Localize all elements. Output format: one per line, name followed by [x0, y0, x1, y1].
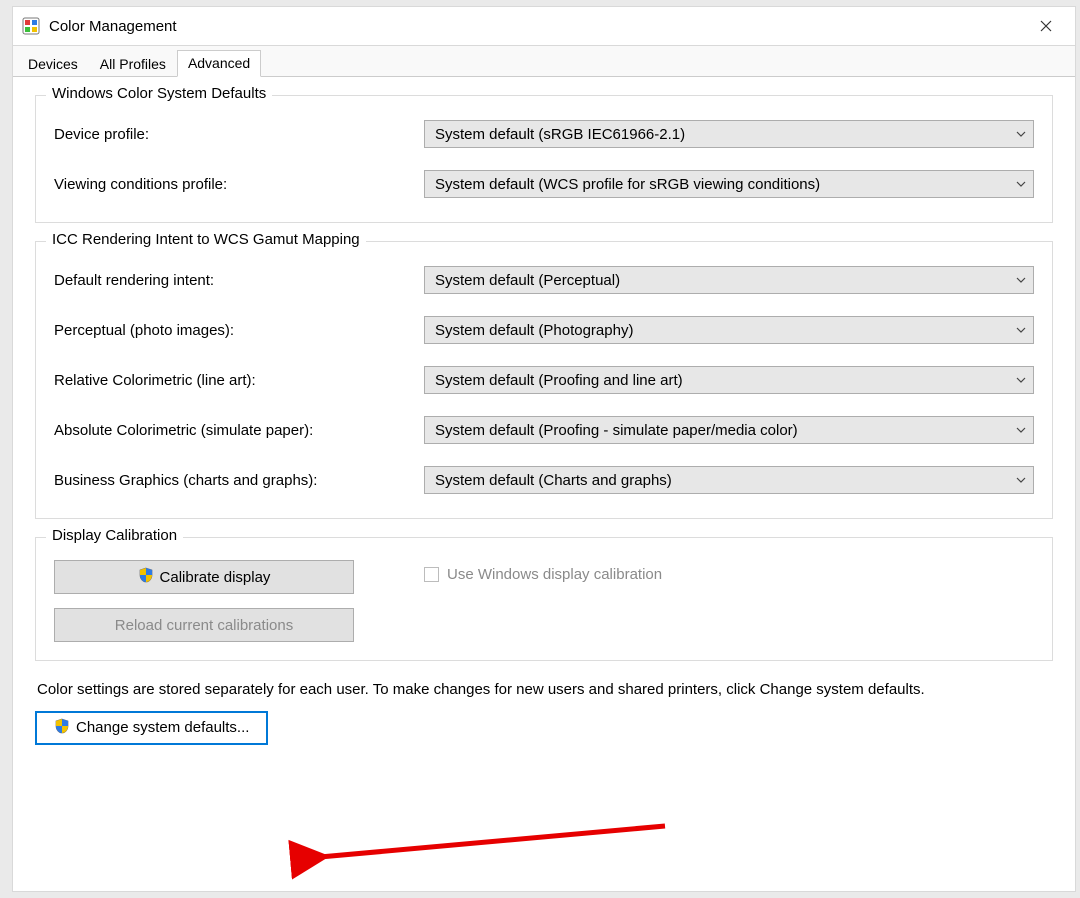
group-display-calibration-legend: Display Calibration	[46, 527, 183, 544]
label-absolute: Absolute Colorimetric (simulate paper):	[54, 422, 424, 439]
dropdown-absolute[interactable]: System default (Proofing - simulate pape…	[424, 416, 1034, 444]
label-relative: Relative Colorimetric (line art):	[54, 372, 424, 389]
reload-calibrations-label: Reload current calibrations	[115, 617, 293, 634]
window-title: Color Management	[49, 18, 1023, 35]
dropdown-device-profile[interactable]: System default (sRGB IEC61966-2.1)	[424, 120, 1034, 148]
label-viewing-conditions: Viewing conditions profile:	[54, 176, 424, 193]
close-icon	[1040, 20, 1052, 32]
dropdown-default-intent[interactable]: System default (Perceptual)	[424, 266, 1034, 294]
change-system-defaults-label: Change system defaults...	[76, 719, 249, 736]
group-icc-mapping: ICC Rendering Intent to WCS Gamut Mappin…	[35, 241, 1053, 519]
color-management-icon	[21, 16, 41, 36]
dropdown-perceptual-value: System default (Photography)	[435, 322, 1009, 339]
tab-all-profiles[interactable]: All Profiles	[89, 51, 177, 77]
titlebar: Color Management	[13, 7, 1075, 46]
chevron-down-icon	[1009, 121, 1033, 147]
window-close-button[interactable]	[1023, 7, 1069, 45]
dropdown-business[interactable]: System default (Charts and graphs)	[424, 466, 1034, 494]
group-wcs-defaults: Windows Color System Defaults Device pro…	[35, 95, 1053, 223]
dropdown-device-profile-value: System default (sRGB IEC61966-2.1)	[435, 126, 1009, 143]
dropdown-absolute-value: System default (Proofing - simulate pape…	[435, 422, 1009, 439]
dropdown-viewing-conditions[interactable]: System default (WCS profile for sRGB vie…	[424, 170, 1034, 198]
chevron-down-icon	[1009, 267, 1033, 293]
uac-shield-icon	[138, 567, 154, 587]
change-system-defaults-button[interactable]: Change system defaults...	[35, 711, 268, 745]
uac-shield-icon	[54, 718, 70, 738]
group-wcs-defaults-legend: Windows Color System Defaults	[46, 85, 272, 102]
chevron-down-icon	[1009, 417, 1033, 443]
row-absolute: Absolute Colorimetric (simulate paper): …	[54, 416, 1034, 444]
dropdown-viewing-conditions-value: System default (WCS profile for sRGB vie…	[435, 176, 1009, 193]
dropdown-default-intent-value: System default (Perceptual)	[435, 272, 1009, 289]
dropdown-perceptual[interactable]: System default (Photography)	[424, 316, 1034, 344]
calibrate-display-button[interactable]: Calibrate display	[54, 560, 354, 594]
label-perceptual: Perceptual (photo images):	[54, 322, 424, 339]
label-business: Business Graphics (charts and graphs):	[54, 472, 424, 489]
dropdown-business-value: System default (Charts and graphs)	[435, 472, 1009, 489]
use-windows-calibration-checkbox[interactable]	[424, 567, 439, 582]
chevron-down-icon	[1009, 367, 1033, 393]
row-relative: Relative Colorimetric (line art): System…	[54, 366, 1034, 394]
row-viewing-conditions: Viewing conditions profile: System defau…	[54, 170, 1034, 198]
group-display-calibration: Display Calibration	[35, 537, 1053, 661]
chevron-down-icon	[1009, 171, 1033, 197]
label-device-profile: Device profile:	[54, 126, 424, 143]
row-default-intent: Default rendering intent: System default…	[54, 266, 1034, 294]
group-icc-mapping-legend: ICC Rendering Intent to WCS Gamut Mappin…	[46, 231, 366, 248]
tab-page-advanced: Windows Color System Defaults Device pro…	[13, 77, 1075, 891]
dropdown-relative-value: System default (Proofing and line art)	[435, 372, 1009, 389]
row-device-profile: Device profile: System default (sRGB IEC…	[54, 120, 1034, 148]
row-perceptual: Perceptual (photo images): System defaul…	[54, 316, 1034, 344]
footer-note: Color settings are stored separately for…	[37, 679, 1051, 701]
tab-strip: Devices All Profiles Advanced	[13, 46, 1075, 77]
chevron-down-icon	[1009, 317, 1033, 343]
use-windows-calibration-label: Use Windows display calibration	[447, 566, 662, 583]
tab-advanced[interactable]: Advanced	[177, 50, 261, 77]
calibrate-display-label: Calibrate display	[160, 569, 271, 586]
tab-devices[interactable]: Devices	[17, 51, 89, 77]
reload-calibrations-button[interactable]: Reload current calibrations	[54, 608, 354, 642]
use-windows-calibration-row: Use Windows display calibration	[424, 566, 662, 583]
chevron-down-icon	[1009, 467, 1033, 493]
label-default-intent: Default rendering intent:	[54, 272, 424, 289]
calibration-row: Calibrate display Reload current calibra…	[54, 560, 1034, 642]
color-management-window: Color Management Devices All Profiles Ad…	[12, 6, 1076, 892]
dropdown-relative[interactable]: System default (Proofing and line art)	[424, 366, 1034, 394]
row-business: Business Graphics (charts and graphs): S…	[54, 466, 1034, 494]
